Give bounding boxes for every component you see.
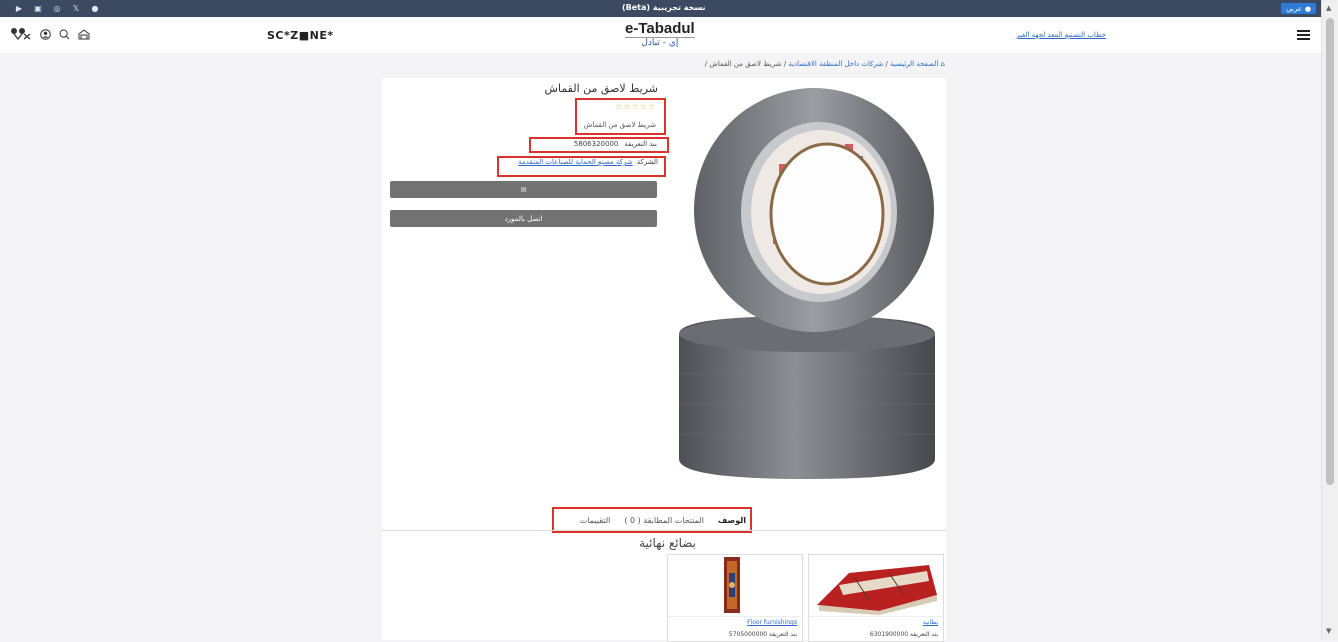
scrollbar[interactable]: ▲ ▼ — [1321, 0, 1338, 640]
header: SC*Z■NE* e-Tabadul إي - تبادل خطاب التصن… — [0, 17, 1322, 54]
sczone-logo[interactable]: SC*Z■NE* — [267, 29, 334, 42]
linkedin-icon[interactable]: ▣ — [33, 3, 43, 13]
tabs-divider — [382, 530, 946, 531]
product-image[interactable] — [669, 84, 945, 498]
rug-image[interactable] — [668, 555, 802, 617]
beta-label: نسخة تجريبية (Beta) — [622, 3, 706, 12]
language-label: عربي — [1286, 4, 1302, 13]
tariff-value: 5806320000 — [573, 140, 619, 148]
logo-line2: إي - تبادل — [625, 37, 695, 48]
card-code-label: بند التعريفة — [910, 631, 938, 638]
tab-description[interactable]: الوصف — [718, 516, 746, 525]
card-code: بند التعريفة 6301900000 — [870, 631, 938, 638]
company-row: شركة مصنع الحماية للصناعات المتقدمة الشر… — [502, 158, 658, 166]
scrollbar-thumb[interactable] — [1326, 18, 1334, 485]
product-tabs: التقييمات المنتجات المطابقة ( 0 ) الوصف — [556, 510, 750, 530]
compare-icon[interactable] — [10, 27, 32, 44]
card-code: بند التعريفة 5705000000 — [729, 631, 797, 638]
card-code-label: بند التعريفة — [769, 631, 797, 638]
breadcrumb: ⌂ الصفحة الرئيسية / شركات داخل المنطقة ا… — [700, 60, 945, 68]
tab-reviews[interactable]: التقييمات — [580, 516, 611, 525]
company-name-link[interactable]: شركة مصنع الحماية للصناعات المتقدمة — [518, 158, 632, 166]
etabadul-logo[interactable]: e-Tabadul إي - تبادل — [625, 20, 695, 48]
section-title: بضائع نهائية — [639, 536, 696, 550]
tariff-label: بند التعريفة — [624, 140, 657, 148]
top-bar: ▶ ▣ ◎ 𝕏 ● نسخة تجريبية (Beta) عربي ● — [0, 0, 1322, 17]
product-description: شريط لاصق من القماش — [583, 121, 656, 129]
user-icon[interactable] — [40, 28, 51, 43]
language-selector[interactable]: عربي ● — [1281, 3, 1316, 14]
search-icon[interactable] — [59, 29, 70, 43]
product-title: شريط لاصق من القماش — [544, 82, 658, 95]
product-card[interactable]: بطانية بند التعريفة 6301900000 — [808, 554, 944, 642]
tab-matching-products[interactable]: المنتجات المطابقة ( 0 ) — [624, 516, 704, 525]
blanket-image[interactable] — [809, 555, 943, 617]
breadcrumb-home[interactable]: الصفحة الرئيسية — [890, 60, 938, 68]
rating-stars[interactable]: ☆☆☆☆☆ — [580, 102, 656, 111]
breadcrumb-sep: / — [885, 60, 888, 68]
facebook-icon[interactable]: ● — [90, 3, 100, 13]
company-label: الشركة — [636, 158, 658, 166]
contact-supplier-button[interactable]: اتصل بالمورد — [390, 210, 657, 227]
email-button[interactable]: ✉ — [390, 181, 657, 198]
breadcrumb-category[interactable]: شركات داخل المنطقة الاقتصادية — [788, 60, 883, 68]
card-code-value: 5705000000 — [728, 631, 768, 638]
header-icons — [10, 27, 90, 44]
card-name[interactable]: Floor furnishings — [747, 619, 797, 626]
card-code-value: 6301900000 — [869, 631, 909, 638]
globe-icon: ● — [1304, 4, 1311, 13]
product-card[interactable]: Floor furnishings بند التعريفة 570500000… — [667, 554, 803, 642]
breadcrumb-sep: / — [783, 60, 787, 68]
scroll-up-icon[interactable]: ▲ — [1326, 4, 1331, 12]
social-links: ▶ ▣ ◎ 𝕏 ● — [14, 3, 100, 13]
youtube-icon[interactable]: ▶ — [14, 3, 24, 13]
menu-icon[interactable] — [1297, 30, 1310, 42]
scroll-down-icon[interactable]: ▼ — [1326, 627, 1331, 635]
mailbox-icon[interactable] — [78, 28, 90, 43]
home-icon[interactable]: ⌂ — [941, 60, 945, 68]
logo-line1: e-Tabadul — [625, 20, 695, 37]
breadcrumb-sep: / — [704, 60, 708, 68]
x-icon[interactable]: 𝕏 — [71, 3, 81, 13]
breadcrumb-current: شريط لاصق من القماش — [709, 60, 782, 68]
instagram-icon[interactable]: ◎ — [52, 3, 62, 13]
card-name[interactable]: بطانية — [923, 619, 938, 626]
tariff-row: 5806320000 بند التعريفة — [533, 140, 657, 151]
envelope-icon: ✉ — [520, 185, 527, 194]
company-link[interactable]: خطاب التصنيع المعد لجهة الغير — [1016, 31, 1106, 39]
